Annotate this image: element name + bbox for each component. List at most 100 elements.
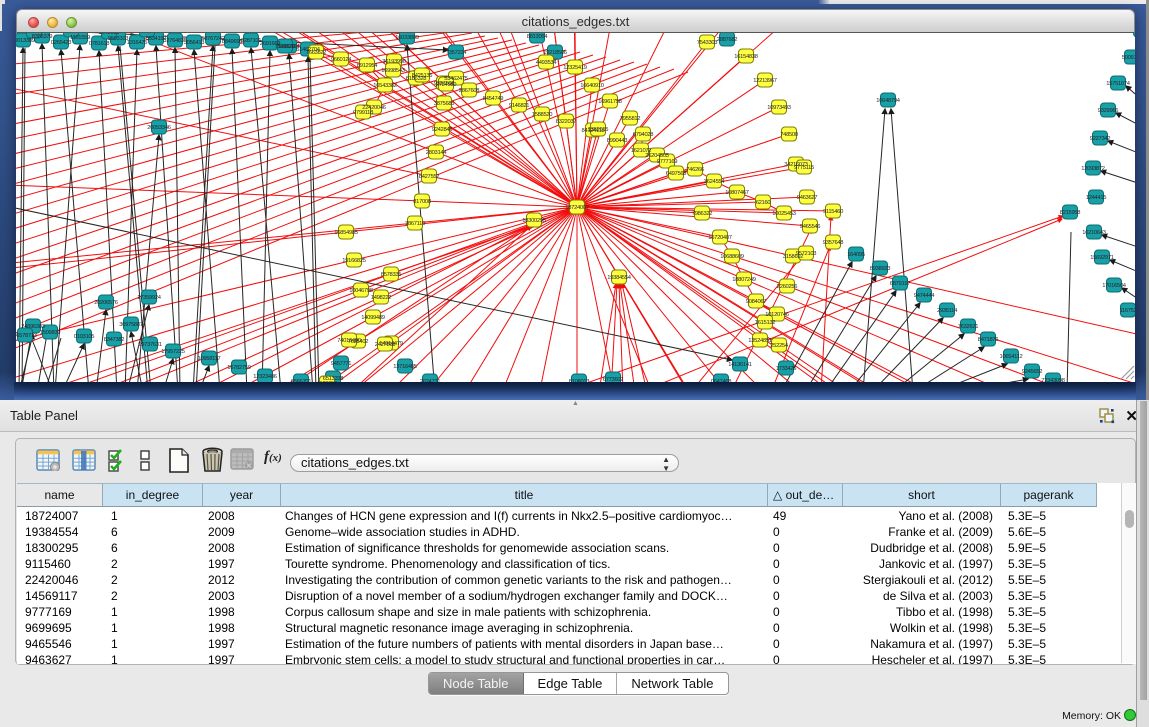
svg-text:8813054: 8813054 xyxy=(527,34,549,40)
svg-text:10120746: 10120746 xyxy=(765,312,788,318)
svg-text:16998543: 16998543 xyxy=(381,68,404,74)
svg-text:9777169: 9777169 xyxy=(657,159,678,165)
svg-text:0103105: 0103105 xyxy=(74,334,95,340)
svg-text:3287101: 3287101 xyxy=(241,38,262,44)
svg-text:9572103: 9572103 xyxy=(796,251,817,257)
svg-text:6879197: 6879197 xyxy=(890,281,911,287)
svg-text:16782759: 16782759 xyxy=(227,365,250,371)
svg-text:3624554: 3624554 xyxy=(704,179,726,185)
svg-text:8347382: 8347382 xyxy=(104,337,125,343)
svg-text:8471876: 8471876 xyxy=(978,337,999,343)
svg-text:7515526: 7515526 xyxy=(275,44,296,50)
svg-text:2260256: 2260256 xyxy=(777,284,798,290)
svg-text:18807249: 18807249 xyxy=(732,277,755,283)
svg-text:252254: 252254 xyxy=(770,343,789,349)
svg-text:746266: 746266 xyxy=(686,167,704,173)
svg-text:36193990: 36193990 xyxy=(382,59,405,65)
svg-text:9457771: 9457771 xyxy=(331,361,352,367)
svg-text:5009788: 5009788 xyxy=(1122,55,1135,61)
svg-text:8427552: 8427552 xyxy=(419,174,440,180)
svg-text:2427868: 2427868 xyxy=(375,342,396,348)
svg-text:9227342: 9227342 xyxy=(1090,136,1111,142)
svg-text:1733426: 1733426 xyxy=(776,366,797,372)
svg-text:2880957: 2880957 xyxy=(61,33,82,34)
svg-text:8108013: 8108013 xyxy=(569,379,590,382)
svg-text:9357648: 9357648 xyxy=(823,240,844,246)
svg-text:1244415: 1244415 xyxy=(1086,195,1107,201)
svg-text:1509839: 1509839 xyxy=(40,330,61,336)
svg-text:164095: 164095 xyxy=(847,252,865,258)
svg-text:17957225: 17957225 xyxy=(161,349,184,355)
svg-text:17359924: 17359924 xyxy=(137,295,161,301)
svg-text:9660124: 9660124 xyxy=(331,57,353,63)
svg-text:46578713: 46578713 xyxy=(16,333,37,339)
svg-text:12093872: 12093872 xyxy=(1081,166,1104,172)
svg-text:14136141: 14136141 xyxy=(728,362,751,368)
svg-text:2887682: 2887682 xyxy=(717,37,738,43)
svg-text:7543303: 7543303 xyxy=(697,40,718,46)
svg-text:1316475: 1316475 xyxy=(127,40,148,46)
svg-text:0265423: 0265423 xyxy=(51,40,72,46)
svg-text:13716485: 13716485 xyxy=(393,364,416,370)
svg-text:6497568: 6497568 xyxy=(666,171,687,177)
svg-text:9474444: 9474444 xyxy=(914,293,936,299)
svg-text:16210643: 16210643 xyxy=(1082,230,1105,236)
svg-text:10973493: 10973493 xyxy=(767,105,790,111)
svg-text:8938923: 8938923 xyxy=(870,266,891,272)
svg-text:0781618: 0781618 xyxy=(89,41,110,47)
svg-text:4493534: 4493534 xyxy=(536,60,558,66)
svg-text:9146821: 9146821 xyxy=(509,103,530,109)
svg-text:116753: 116753 xyxy=(1119,308,1135,314)
svg-text:10654112: 10654112 xyxy=(1000,354,1023,360)
svg-text:16854985: 16854985 xyxy=(334,230,357,236)
svg-text:12323486: 12323486 xyxy=(253,374,276,380)
svg-text:9593103: 9593103 xyxy=(108,36,129,42)
svg-text:1161559: 1161559 xyxy=(70,35,90,41)
svg-text:15720407: 15720407 xyxy=(708,235,731,241)
svg-text:9084067: 9084067 xyxy=(746,299,767,305)
svg-text:8578335: 8578335 xyxy=(381,272,402,278)
svg-text:9245652: 9245652 xyxy=(1022,369,1043,375)
svg-text:2624731: 2624731 xyxy=(420,379,441,382)
svg-text:1588520: 1588520 xyxy=(532,112,553,118)
svg-text:16154838: 16154838 xyxy=(734,54,757,60)
svg-text:6566701: 6566701 xyxy=(291,379,312,382)
svg-text:16961758: 16961758 xyxy=(598,99,621,105)
svg-text:99737631: 99737631 xyxy=(138,342,161,348)
svg-text:2784980: 2784980 xyxy=(436,82,457,88)
svg-text:2803144: 2803144 xyxy=(426,150,448,156)
svg-text:17016504: 17016504 xyxy=(1102,283,1126,289)
svg-text:19166825: 19166825 xyxy=(342,258,365,264)
svg-text:10025453: 10025453 xyxy=(772,211,795,217)
svg-text:8425135: 8425135 xyxy=(412,73,433,79)
svg-text:62160: 62160 xyxy=(756,200,771,206)
svg-text:1615132: 1615132 xyxy=(755,320,776,326)
svg-text:14099489: 14099489 xyxy=(361,315,384,321)
svg-text:1718227: 1718227 xyxy=(137,33,158,34)
svg-text:8322037: 8322037 xyxy=(556,119,577,125)
svg-text:10958117: 10958117 xyxy=(198,356,221,362)
svg-text:7632621: 7632621 xyxy=(958,324,979,330)
svg-text:15751074: 15751074 xyxy=(1106,81,1130,87)
svg-text:748500: 748500 xyxy=(780,132,798,138)
svg-text:19218506: 19218506 xyxy=(543,50,566,56)
svg-text:1543039: 1543039 xyxy=(99,33,120,36)
svg-text:18724007: 18724007 xyxy=(565,205,588,211)
svg-text:9329966: 9329966 xyxy=(1098,108,1119,114)
svg-text:16648794: 16648794 xyxy=(876,98,900,104)
svg-text:1128059: 1128059 xyxy=(317,381,337,382)
svg-text:72343098: 72343098 xyxy=(1041,378,1064,382)
svg-text:7357224: 7357224 xyxy=(446,50,468,56)
svg-text:2867608: 2867608 xyxy=(459,88,480,94)
svg-text:20206576: 20206576 xyxy=(94,300,117,306)
svg-text:19384554: 19384554 xyxy=(607,275,631,281)
svg-text:13524851: 13524851 xyxy=(748,338,771,344)
svg-text:30975887: 30975887 xyxy=(119,322,142,328)
svg-text:10688609: 10688609 xyxy=(720,254,743,260)
svg-text:6773602: 6773602 xyxy=(603,377,624,382)
svg-text:9115460: 9115460 xyxy=(823,209,843,215)
svg-text:0799118: 0799118 xyxy=(353,110,373,116)
svg-text:7663822: 7663822 xyxy=(306,50,327,56)
svg-text:817008: 817008 xyxy=(413,199,431,205)
svg-text:6794028: 6794028 xyxy=(633,132,654,138)
